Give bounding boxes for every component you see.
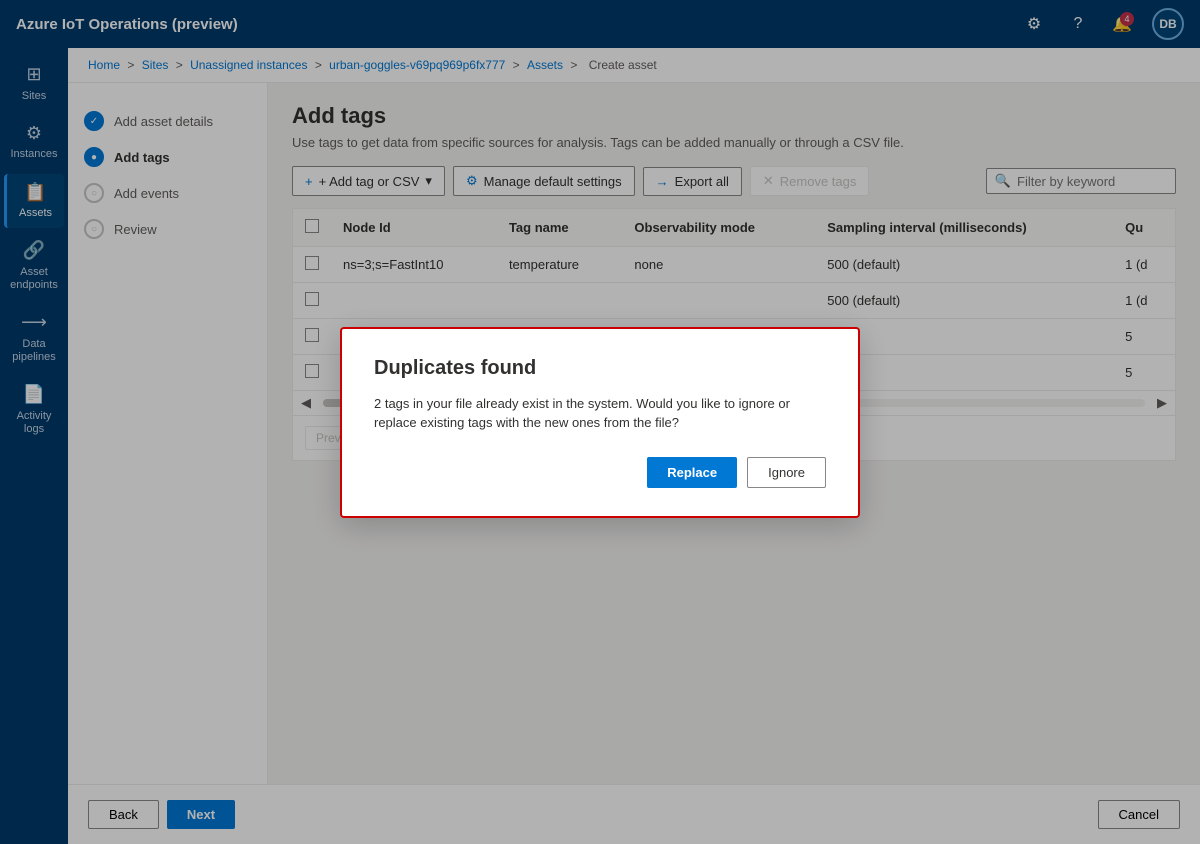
replace-button[interactable]: Replace: [647, 457, 737, 488]
duplicates-dialog: Duplicates found 2 tags in your file alr…: [340, 327, 860, 518]
dialog-actions: Replace Ignore: [374, 457, 826, 488]
dialog-description: 2 tags in your file already exist in the…: [374, 394, 826, 433]
dialog-title: Duplicates found: [374, 357, 826, 380]
dialog-overlay[interactable]: Duplicates found 2 tags in your file alr…: [0, 0, 1200, 844]
ignore-button[interactable]: Ignore: [747, 457, 826, 488]
